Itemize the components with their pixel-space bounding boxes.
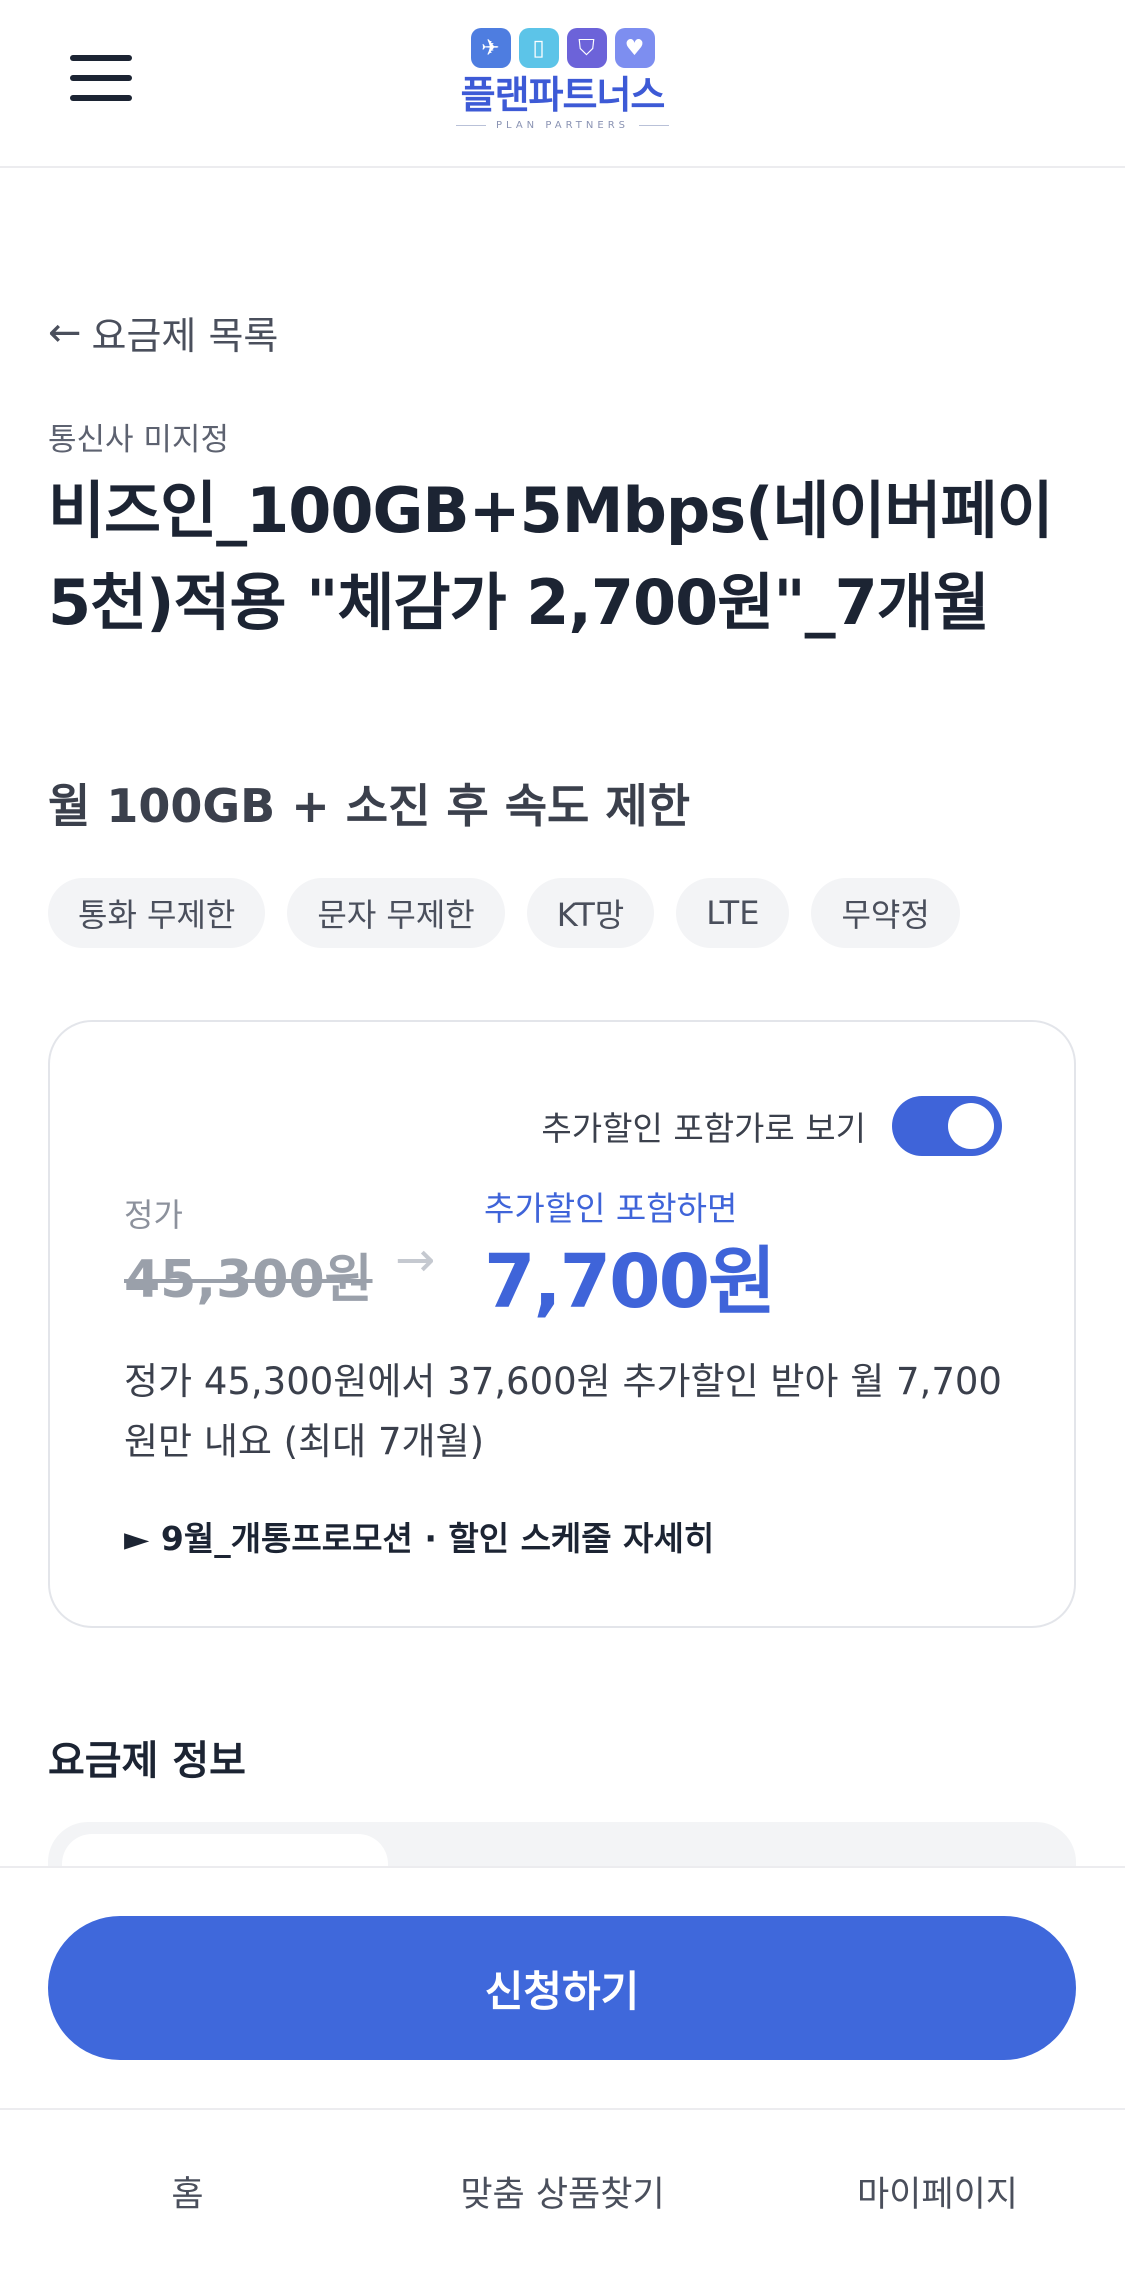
tag-unlimited-sms: 문자 무제한 [287, 878, 505, 948]
carrier-label: 통신사 미지정 [48, 422, 229, 458]
tag-no-contract: 무약정 [811, 878, 960, 948]
price-description: 정가 45,300원에서 37,600원 추가할인 받아 월 7,700원만 내… [124, 1360, 1002, 1463]
original-price: 45,300원 [124, 1250, 373, 1310]
app-header: ✈ ▯ ⛉ ♥ 플랜파트너스 PLAN PARTNERS [0, 0, 1125, 168]
brand-logo[interactable]: ✈ ▯ ⛉ ♥ 플랜파트너스 PLAN PARTNERS [450, 28, 675, 144]
original-price-label: 정가 [124, 1196, 183, 1234]
apply-bar: 신청하기 [0, 1866, 1125, 2108]
nav-find-products[interactable]: 맞춤 상품찾기 [375, 2110, 750, 2273]
arrow-left-icon: ← [48, 309, 82, 356]
logo-name: 플랜파트너스 [460, 73, 666, 117]
discount-toggle-label: 추가할인 포함가로 보기 [541, 1109, 866, 1148]
logo-subtitle: PLAN PARTNERS [450, 120, 675, 131]
logo-icon-row: ✈ ▯ ⛉ ♥ [450, 28, 675, 68]
discount-price: 7,700원 [484, 1239, 776, 1325]
toggle-knob [948, 1103, 994, 1149]
apply-button[interactable]: 신청하기 [48, 1916, 1076, 2060]
tag-network: KT망 [526, 878, 655, 948]
discount-toggle-row: 추가할인 포함가로 보기 [541, 1096, 1002, 1156]
promotion-detail-link[interactable]: ► 9월_개통프로모션 · 할인 스케줄 자세히 [124, 1512, 714, 1560]
heart-hand-icon: ♥ [614, 28, 655, 68]
shield-icon: ⛉ [566, 28, 607, 68]
plan-info-heading: 요금제 정보 [48, 1738, 246, 1784]
hamburger-menu-icon[interactable] [70, 55, 132, 101]
tag-lte: LTE [676, 878, 790, 948]
price-card: 추가할인 포함가로 보기 정가 45,300원 → 추가할인 포함하면 7,70… [48, 1020, 1076, 1628]
nav-home[interactable]: 홈 [0, 2110, 375, 2273]
tag-unlimited-calls: 통화 무제한 [48, 878, 266, 948]
plan-title: 비즈인_100GB+5Mbps(네이버페이 5천)적용 "체감가 2,700원"… [48, 474, 1054, 639]
back-link-label: 요금제 목록 [91, 314, 279, 358]
plan-tags: 통화 무제한 문자 무제한 KT망 LTE 무약정 [48, 878, 960, 948]
back-to-plan-list-link[interactable]: ← 요금제 목록 [48, 305, 278, 360]
plan-subtitle: 월 100GB + 소진 후 속도 제한 [48, 779, 691, 833]
phone-icon: ▯ [518, 28, 559, 68]
nav-my-page[interactable]: 마이페이지 [750, 2110, 1125, 2273]
discount-toggle-switch[interactable] [892, 1096, 1002, 1156]
arrow-right-icon: → [395, 1232, 436, 1288]
airplane-icon: ✈ [470, 28, 511, 68]
bottom-navigation: 홈 맞춤 상품찾기 마이페이지 [0, 2108, 1125, 2273]
